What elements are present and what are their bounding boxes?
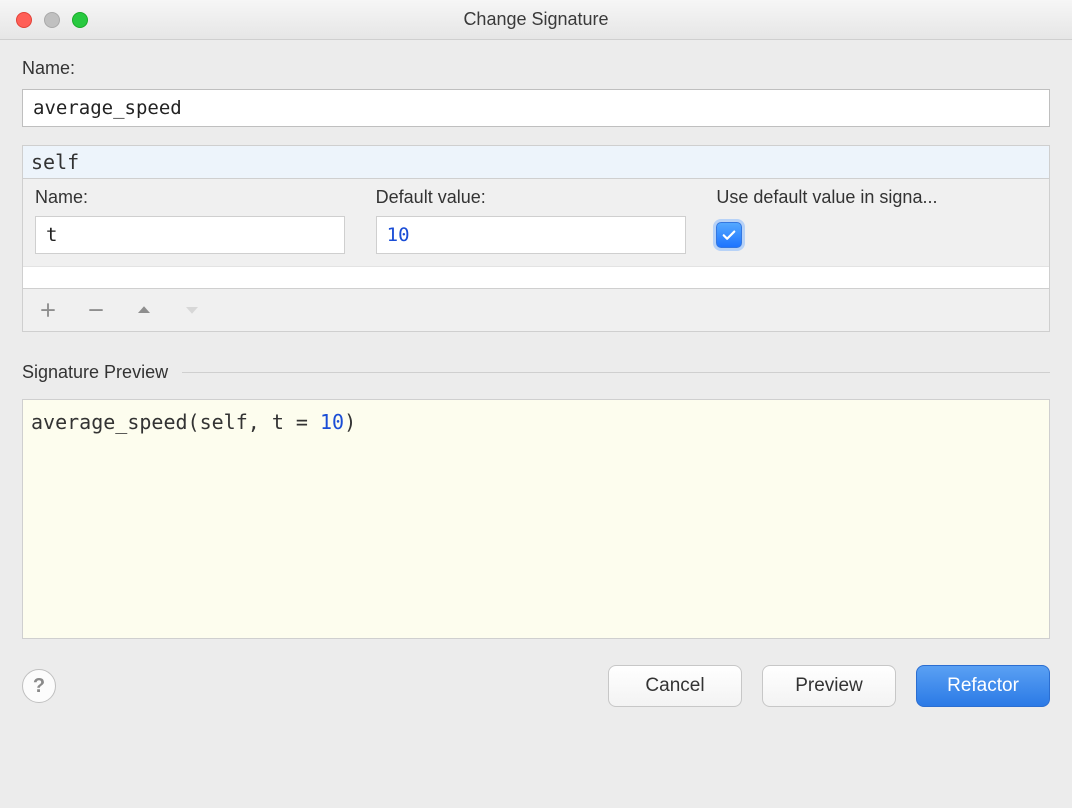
titlebar: Change Signature <box>0 0 1072 40</box>
param-default-input[interactable] <box>376 216 686 254</box>
window-title: Change Signature <box>0 9 1072 30</box>
signature-preview-label: Signature Preview <box>22 362 168 383</box>
use-default-checkbox[interactable] <box>716 222 742 248</box>
param-name-input[interactable] <box>35 216 345 254</box>
move-up-button[interactable] <box>133 299 155 321</box>
parameter-toolbar <box>23 289 1049 331</box>
parameter-empty-row[interactable] <box>23 267 1049 289</box>
param-use-default-column: Use default value in signa... <box>716 187 1037 254</box>
signature-preview-box: average_speed(self, t = 10) <box>22 399 1050 639</box>
checkmark-icon <box>720 226 738 244</box>
name-input[interactable] <box>22 89 1050 127</box>
parameters-panel: self Name: Default value: Use default va… <box>22 145 1050 332</box>
triangle-down-icon <box>183 301 201 319</box>
preview-text-prefix: average_speed(self, t = <box>31 410 320 434</box>
move-down-button[interactable] <box>181 299 203 321</box>
param-default-label: Default value: <box>376 187 697 208</box>
param-default-column: Default value: <box>376 187 697 254</box>
cancel-button[interactable]: Cancel <box>608 665 742 707</box>
param-use-default-label: Use default value in signa... <box>716 187 1037 208</box>
name-label: Name: <box>22 58 1050 79</box>
dialog-footer: ? Cancel Preview Refactor <box>0 647 1072 721</box>
param-name-label: Name: <box>35 187 356 208</box>
add-parameter-button[interactable] <box>37 299 59 321</box>
param-name-column: Name: <box>35 187 356 254</box>
preview-text-suffix: ) <box>344 410 356 434</box>
minus-icon <box>87 301 105 319</box>
preview-button[interactable]: Preview <box>762 665 896 707</box>
divider <box>182 372 1050 373</box>
help-icon: ? <box>33 675 45 698</box>
parameter-self-row[interactable]: self <box>23 146 1049 179</box>
parameter-edit-row: Name: Default value: Use default value i… <box>23 179 1049 267</box>
signature-preview-section: Signature Preview average_speed(self, t … <box>22 362 1050 639</box>
triangle-up-icon <box>135 301 153 319</box>
help-button[interactable]: ? <box>22 669 56 703</box>
remove-parameter-button[interactable] <box>85 299 107 321</box>
refactor-button[interactable]: Refactor <box>916 665 1050 707</box>
preview-text-number: 10 <box>320 410 344 434</box>
dialog-content: Name: self Name: Default value: Use defa… <box>0 40 1072 647</box>
plus-icon <box>39 301 57 319</box>
